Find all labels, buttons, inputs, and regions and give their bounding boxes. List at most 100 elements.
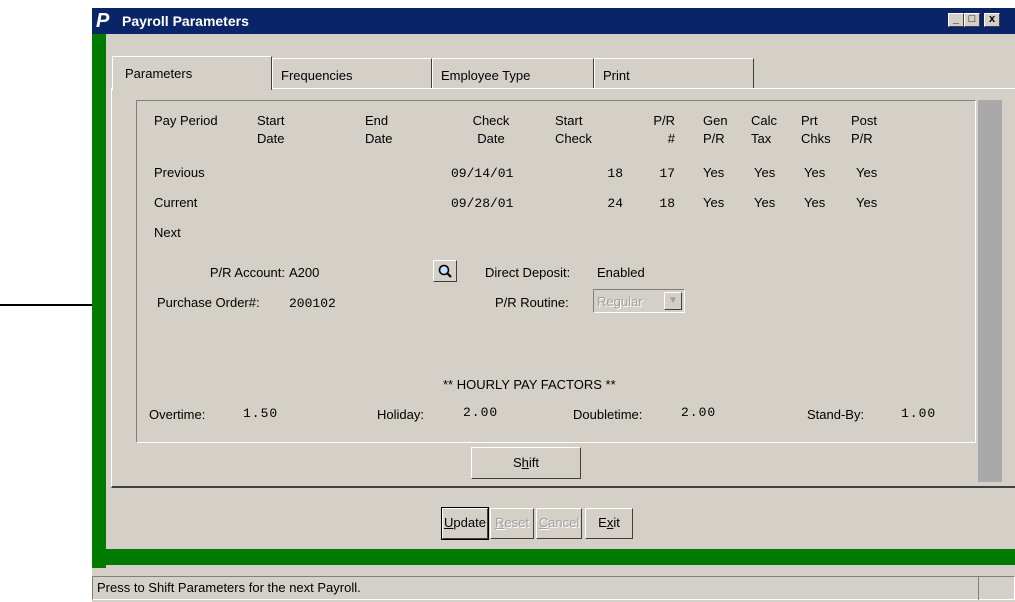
cell-gen-pr: Yes: [703, 195, 725, 210]
cell-pr-number: 17: [659, 166, 675, 181]
header-gen-pr: Gen P/R: [703, 112, 728, 148]
tab-parameters[interactable]: Parameters: [112, 56, 272, 90]
cell-prt-chks: Yes: [804, 165, 826, 180]
standby-value: 1.00: [901, 406, 937, 421]
header-post-pr: Post P/R: [851, 112, 877, 148]
cell-check-date: 09/14/01: [451, 166, 514, 181]
frame-left-border: [92, 34, 106, 568]
cell-calc-tax: Yes: [754, 165, 776, 180]
cell-check-date: 09/28/01: [451, 196, 514, 211]
tab-label: Print: [603, 68, 630, 83]
header-line: P/R: [703, 131, 725, 146]
doubletime-value: 2.00: [681, 405, 717, 420]
header-line: Calc: [751, 113, 778, 128]
status-bar-panel: [978, 576, 1013, 600]
header-line: P/R: [653, 113, 675, 128]
reset-button-text: eset: [504, 515, 529, 530]
header-start-check: Start Check: [555, 112, 592, 148]
parameters-content: Pay Period Start Date End Date Check Dat…: [136, 100, 976, 443]
app-icon: P: [96, 10, 110, 32]
cell-start-check: 24: [607, 196, 623, 211]
exit-button-text: E: [598, 515, 607, 530]
header-prt-chks: Prt Chks: [801, 112, 831, 148]
reset-button[interactable]: Reset: [490, 508, 534, 539]
header-line: #: [667, 131, 675, 146]
row-label-previous: Previous: [154, 165, 205, 180]
header-line: Date: [477, 131, 505, 146]
holiday-value: 2.00: [463, 405, 499, 420]
header-line: Gen: [703, 113, 728, 128]
header-check-date: Check Date: [467, 112, 515, 148]
cell-prt-chks: Yes: [804, 195, 826, 210]
window-title: Payroll Parameters: [122, 13, 249, 29]
cell-post-pr: Yes: [856, 195, 878, 210]
row-label-next: Next: [154, 225, 181, 240]
direct-deposit-label: Direct Deposit:: [485, 265, 571, 280]
header-line: Tax: [751, 131, 772, 146]
header-line: Start: [257, 113, 285, 128]
header-line: Check: [472, 113, 510, 128]
pr-routine-label: P/R Routine:: [495, 295, 569, 310]
cancel-button-mnemonic: C: [538, 515, 549, 530]
update-button-mnemonic: U: [444, 515, 454, 530]
shift-button-text: S: [512, 455, 522, 470]
purchase-order-label: Purchase Order#:: [157, 295, 260, 310]
pr-account-value: A200: [289, 265, 320, 280]
header-line: P/R: [851, 131, 873, 146]
shift-button[interactable]: Shift: [471, 447, 581, 479]
hourly-pay-factors-title: ** HOURLY PAY FACTORS **: [443, 377, 616, 392]
header-line: Chks: [801, 131, 831, 146]
pr-routine-selected: Regular: [597, 294, 643, 309]
tab-employee-type[interactable]: Employee Type: [432, 58, 594, 88]
cell-pr-number: 18: [659, 196, 675, 211]
exit-button[interactable]: Exit: [585, 508, 633, 539]
header-line: Prt: [801, 113, 818, 128]
cancel-button[interactable]: Cancel: [536, 508, 582, 539]
overtime-value: 1.50: [243, 406, 279, 421]
title-bar[interactable]: P Payroll Parameters _ □ x: [92, 8, 1015, 34]
cell-calc-tax: Yes: [754, 195, 776, 210]
shift-button-text: ift: [528, 455, 540, 470]
exit-button-text: it: [613, 515, 620, 530]
reset-button-mnemonic: R: [495, 515, 505, 530]
header-line: Date: [365, 131, 393, 146]
update-button[interactable]: Update: [441, 507, 489, 540]
cancel-button-text: ancel: [548, 515, 580, 530]
parameters-panel: Pay Period Start Date End Date Check Dat…: [111, 88, 1015, 488]
header-end-date: End Date: [365, 112, 392, 148]
header-calc-tax: Calc Tax: [751, 112, 777, 148]
magnifier-icon: [438, 264, 452, 278]
cell-post-pr: Yes: [856, 165, 878, 180]
row-label-current: Current: [154, 195, 198, 210]
purchase-order-value: 200102: [289, 296, 336, 311]
cell-gen-pr: Yes: [703, 165, 725, 180]
tab-print[interactable]: Print: [594, 58, 754, 88]
panel-right-strip: [978, 100, 1002, 482]
header-line: Post: [851, 113, 878, 128]
frame-bottom-border: [92, 549, 1015, 565]
header-line: Start: [555, 113, 583, 128]
status-text: Press to Shift Parameters for the next P…: [97, 580, 361, 595]
chevron-down-icon[interactable]: ▼: [664, 292, 682, 310]
maximize-button[interactable]: □: [964, 13, 980, 27]
pr-routine-select[interactable]: Regular ▼: [593, 289, 685, 313]
direct-deposit-value: Enabled: [597, 265, 645, 280]
tab-frequencies[interactable]: Frequencies: [272, 58, 432, 88]
pr-account-label: P/R Account:: [209, 265, 285, 280]
doubletime-label: Doubletime:: [573, 407, 643, 422]
standby-label: Stand-By:: [807, 407, 865, 422]
close-button[interactable]: x: [984, 13, 1000, 27]
header-pay-period: Pay Period: [154, 113, 218, 128]
cell-start-check: 18: [607, 166, 623, 181]
header-pr-number: P/R #: [645, 112, 675, 148]
shift-button-mnemonic: h: [521, 455, 529, 470]
minimize-button[interactable]: _: [948, 13, 964, 27]
account-lookup-button[interactable]: [433, 260, 457, 282]
update-button-text: pdate: [453, 515, 486, 530]
status-bar: Press to Shift Parameters for the next P…: [92, 576, 1015, 600]
overtime-label: Overtime:: [149, 407, 206, 422]
tab-label: Frequencies: [281, 68, 353, 83]
header-line: End: [365, 113, 389, 128]
holiday-label: Holiday:: [377, 407, 424, 422]
header-line: Check: [555, 131, 592, 146]
